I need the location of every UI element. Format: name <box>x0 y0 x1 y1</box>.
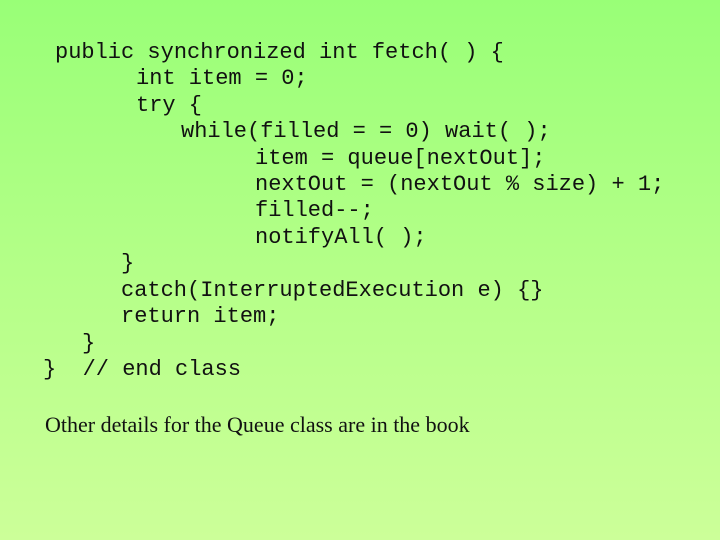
code-line-item-assign: item = queue[nextOut]; <box>255 146 546 171</box>
code-line-nextout-update: nextOut = (nextOut % size) + 1; <box>255 172 665 197</box>
code-line-notifyall: notifyAll( ); <box>255 225 427 250</box>
code-line-return: return item; <box>121 304 280 329</box>
code-line-class-close: } // end class <box>43 357 242 382</box>
code-line-filled-decrement: filled--; <box>255 198 374 223</box>
code-line-item-declaration: int item = 0; <box>136 66 308 91</box>
code-line-try-close: } <box>121 251 135 276</box>
code-line-method-close: } <box>82 331 96 356</box>
code-line-catch: catch(InterruptedExecution e) {} <box>121 278 544 303</box>
footnote-text: Other details for the Queue class are in… <box>45 412 470 437</box>
code-line-while-wait: while(filled = = 0) wait( ); <box>181 119 551 144</box>
code-line-method-signature: public synchronized int fetch( ) { <box>55 40 504 65</box>
code-line-try: try { <box>136 93 203 118</box>
